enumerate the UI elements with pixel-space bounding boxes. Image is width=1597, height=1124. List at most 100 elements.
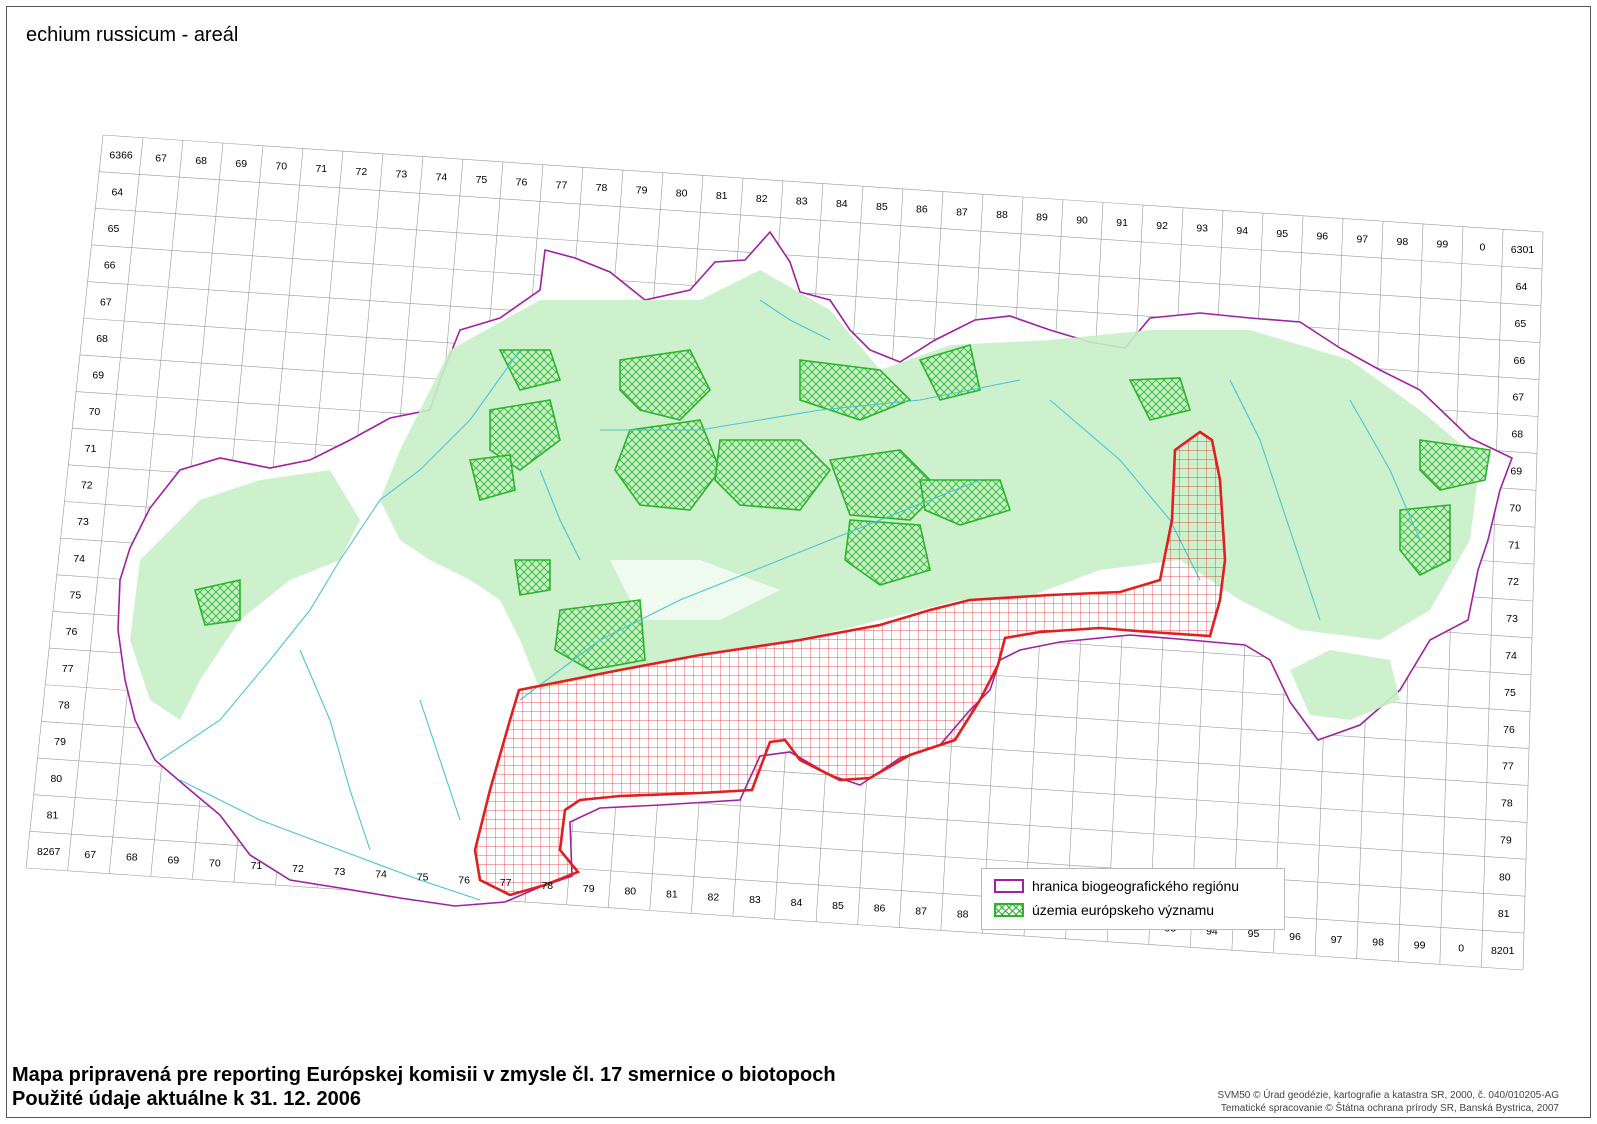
- grid-label-top: 95: [1276, 228, 1288, 240]
- credit-line-2: Tematické spracovanie © Štátna ochrana p…: [1220, 1103, 1559, 1114]
- grid-label-right: 68: [1511, 429, 1523, 441]
- grid-label-top: 92: [1156, 220, 1168, 232]
- grid-label-right: 67: [1512, 392, 1524, 404]
- grid-line-horizontal: [99, 171, 1543, 270]
- grid-label-left: 80: [50, 773, 62, 785]
- grid-label-top: 97: [1356, 233, 1368, 245]
- grid-label-top: 87: [956, 206, 968, 218]
- map-canvas: 6366 67 68 69 70 71 72 73 74 75 76 77 78 79 80 81 82 83 84…: [25, 134, 1544, 971]
- grid-line-horizontal: [95, 208, 1542, 307]
- grid-label-top: 90: [1076, 214, 1088, 226]
- grid-label-left: 69: [92, 370, 104, 382]
- grid-label-top: 93: [1196, 223, 1208, 235]
- grid-line-horizontal: [102, 134, 1544, 233]
- grid-label-bottom: 71: [251, 860, 263, 872]
- legend: hranica biogeografického regiónu územia …: [981, 868, 1285, 930]
- grid-label-bottom: 8201: [1491, 945, 1515, 957]
- hatched-swatch-icon: [994, 903, 1024, 917]
- grid-label-bottom: 70: [209, 857, 221, 869]
- grid-label-top: 76: [516, 177, 528, 189]
- grid-label-right: 75: [1504, 687, 1516, 699]
- grid-label-bottom: 8267: [37, 846, 61, 858]
- grid-label-left: 73: [77, 516, 89, 528]
- grid-label-top: 91: [1116, 217, 1128, 229]
- grid-label-left: 79: [54, 736, 66, 748]
- grid-label-right: 72: [1507, 576, 1519, 588]
- grid-label-bottom: 77: [500, 877, 512, 889]
- grid-label-right: 74: [1505, 650, 1517, 662]
- grid-label-top: 98: [1397, 236, 1409, 248]
- grid-label-right: 70: [1509, 502, 1521, 514]
- legend-item-boundary: hranica biogeografického regiónu: [994, 878, 1239, 894]
- grid-label-top: 68: [195, 155, 207, 167]
- grid-label-right: 78: [1501, 798, 1513, 810]
- grid-label-top: 77: [556, 179, 568, 191]
- grid-label-top: 80: [676, 187, 688, 199]
- grid-label-left: 74: [73, 553, 85, 565]
- grid-label-left: 68: [96, 333, 108, 345]
- grid-label-bottom: 67: [84, 849, 96, 861]
- grid-label-top: 75: [476, 174, 488, 186]
- legend-label-sci: územia európskeho významu: [1032, 902, 1215, 918]
- grid-label-top: 88: [996, 209, 1008, 221]
- legend-item-sci: územia európskeho významu: [994, 902, 1214, 918]
- grid-label-bottom: 98: [1372, 937, 1384, 949]
- grid-label-bottom: 87: [915, 906, 927, 918]
- grid-label-top: 78: [596, 182, 608, 194]
- grid-label-left: 78: [58, 699, 70, 711]
- grid-label-left: 81: [47, 809, 59, 821]
- grid-label-bottom: 84: [791, 897, 803, 909]
- grid-label-top: 85: [876, 201, 888, 213]
- footer-line-2: Použité údaje aktuálne k 31. 12. 2006: [12, 1088, 362, 1110]
- footer-caption: Mapa pripravená pre reporting Európskej …: [12, 1063, 836, 1111]
- grid-label-left: 76: [66, 626, 78, 638]
- credit-line-1: SVM50 © Úrad geodézie, kartografie a kat…: [1217, 1090, 1559, 1101]
- grid-label-top: 83: [796, 196, 808, 208]
- grid-label-left: 72: [81, 480, 93, 492]
- grid-label-bottom: 68: [126, 852, 138, 864]
- grid-label-top: 94: [1236, 225, 1248, 237]
- grid-label-bottom: 80: [624, 886, 636, 898]
- footer-credits: SVM50 © Úrad geodézie, kartografie a kat…: [1218, 1089, 1559, 1115]
- grid-label-bottom: 74: [375, 869, 387, 881]
- grid-label-left: 75: [70, 590, 82, 602]
- grid-label-bottom: 72: [292, 863, 304, 875]
- grid-label-bottom: 86: [874, 903, 886, 915]
- grid-label-left: 77: [62, 663, 74, 675]
- grid-label-left: 65: [108, 223, 120, 235]
- grid-label-top: 69: [235, 158, 247, 170]
- grid-label-bottom: 0: [1458, 942, 1464, 954]
- grid-label-right: 69: [1510, 465, 1522, 477]
- grid-label-top: 89: [1036, 212, 1048, 224]
- grid-label-top: 0: [1480, 241, 1486, 253]
- grid-label-top: 79: [636, 185, 648, 197]
- grid-label-right: 66: [1514, 355, 1526, 367]
- grid-label-top: 74: [436, 171, 448, 183]
- grid-label-bottom: 97: [1331, 934, 1343, 946]
- grid-line-horizontal: [25, 867, 1524, 971]
- grid-label-bottom: 69: [167, 855, 179, 867]
- grid-label-top: 81: [716, 190, 728, 202]
- boundary-swatch-icon: [994, 879, 1024, 893]
- grid-label-right: 71: [1508, 539, 1520, 551]
- grid-label-right: 79: [1500, 834, 1512, 846]
- grid-label-bottom: 96: [1289, 931, 1301, 943]
- grid-label-top: 82: [756, 193, 768, 205]
- grid-label-bottom: 85: [832, 900, 844, 912]
- grid-label-right: 73: [1506, 613, 1518, 625]
- grid-label-bottom: 76: [458, 874, 470, 886]
- grid-label-top: 67: [155, 152, 167, 164]
- grid-label-left: 71: [85, 443, 97, 455]
- grid-label-bottom: 75: [417, 872, 429, 884]
- grid-label-bottom: 82: [708, 891, 720, 903]
- grid-label-top: 99: [1437, 239, 1449, 251]
- grid-label-right: 81: [1498, 908, 1510, 920]
- grid-label-top: 86: [916, 204, 928, 216]
- grid-label-bottom: 83: [749, 894, 761, 906]
- grid-label-top: 70: [275, 160, 287, 172]
- grid-label-top: 6366: [109, 150, 133, 162]
- grid-label-right: 64: [1516, 281, 1528, 293]
- grid-label-bottom: 78: [541, 880, 553, 892]
- grid-label-right: 65: [1515, 318, 1527, 330]
- grid-label-left: 67: [100, 296, 112, 308]
